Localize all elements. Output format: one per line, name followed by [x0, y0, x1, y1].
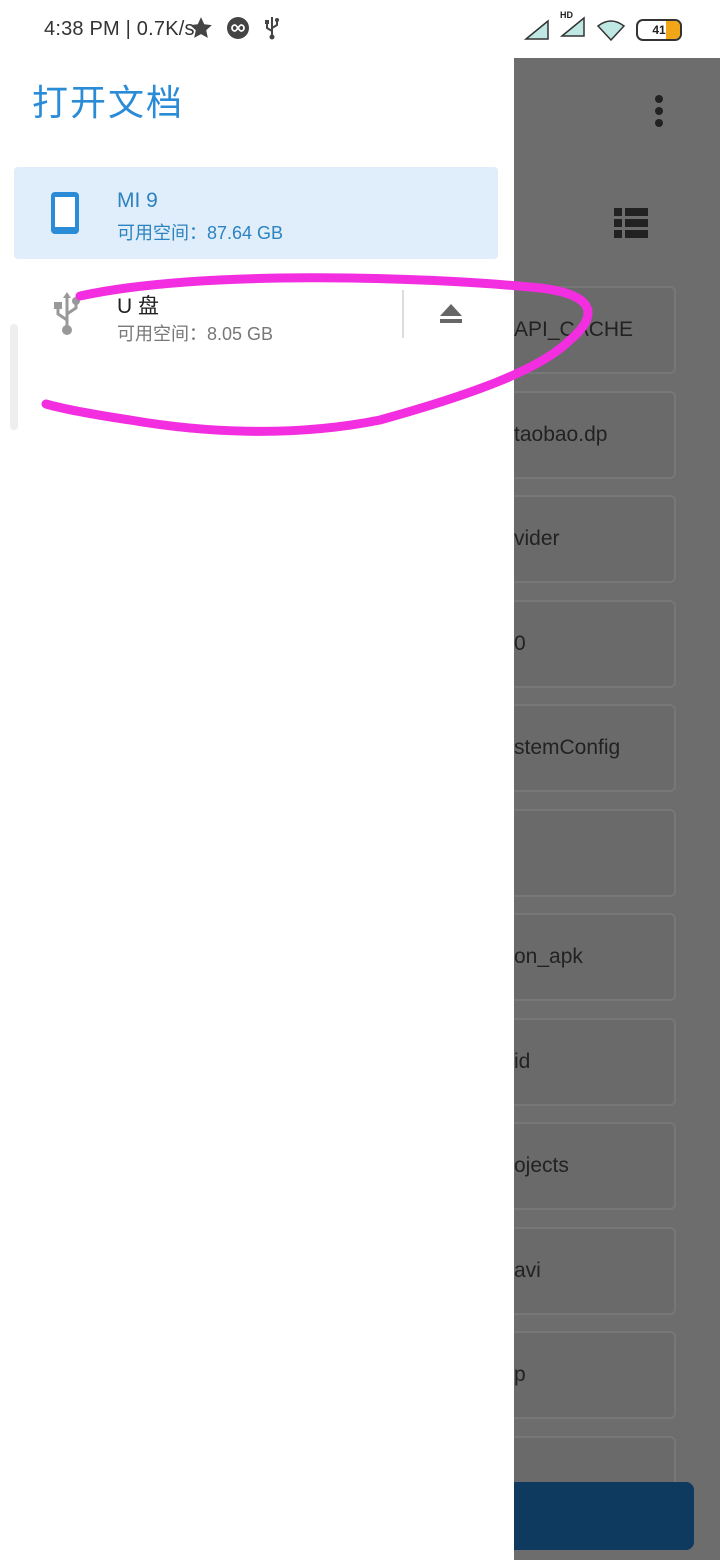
list-item-label: ojects	[514, 1154, 569, 1177]
list-item-label: 0	[514, 631, 526, 655]
list-item-label: on_apk	[514, 945, 583, 968]
eject-icon[interactable]	[438, 302, 464, 326]
list-item-label: stemConfig	[514, 736, 621, 759]
wifi-icon	[596, 19, 626, 41]
phone-icon	[51, 192, 79, 234]
battery-level: 41	[652, 22, 666, 37]
root-free-space: 可用空间：8.05 GB	[117, 324, 274, 344]
roots-drawer: 打开文档 MI 9 可用空间：87.64 GB U 盘 可用空间：8.05 GB	[0, 58, 514, 1560]
more-vert-icon	[655, 95, 663, 127]
list-item-label: taobao.dp	[514, 422, 608, 446]
list-item[interactable]: p	[514, 1331, 676, 1419]
signal-icon	[524, 18, 549, 40]
list-item[interactable]: 0	[514, 599, 676, 688]
usb-icon	[265, 17, 279, 40]
root-free-space: 可用空间：87.64 GB	[117, 223, 284, 243]
usb-icon	[54, 292, 80, 335]
list-item[interactable]: avi	[514, 1226, 676, 1315]
list-item[interactable]: taobao.dp	[514, 390, 676, 479]
background-action-button[interactable]	[514, 1482, 694, 1550]
list-item-label: vider	[514, 527, 560, 550]
root-title: MI 9	[117, 189, 158, 212]
star-icon	[190, 17, 212, 38]
list-item-label: avi	[514, 1258, 541, 1282]
hd-label: HD	[560, 10, 573, 20]
root-title: U 盘	[117, 295, 159, 318]
status-bar: 4:38 PM | 0.7K/s HD 41	[0, 0, 720, 58]
background-file-list: API_CACHE taobao.dp vider 0 stemConfig o…	[514, 286, 720, 1540]
list-item[interactable]: ojects	[514, 1122, 676, 1210]
root-item-usb-drive[interactable]: U 盘 可用空间：8.05 GB	[14, 268, 498, 360]
list-item-label: p	[514, 1363, 526, 1386]
list-item[interactable]	[514, 808, 676, 897]
status-time: 4:38 PM | 0.7K/s	[44, 18, 195, 40]
list-item[interactable]: stemConfig	[514, 704, 676, 792]
list-item[interactable]: API_CACHE	[514, 286, 676, 374]
list-item[interactable]: id	[514, 1017, 676, 1106]
list-item-label: id	[514, 1049, 531, 1073]
list-item-label: API_CACHE	[514, 318, 634, 341]
drawer-title: 打开文档	[32, 82, 185, 123]
infinity-icon	[227, 17, 249, 39]
battery-icon: 41	[636, 18, 682, 41]
divider	[402, 290, 404, 338]
background-app[interactable]: API_CACHE taobao.dp vider 0 stemConfig o…	[514, 50, 720, 1560]
list-item[interactable]: vider	[514, 495, 676, 583]
signal-hd-icon: HD	[559, 10, 586, 43]
list-item[interactable]: on_apk	[514, 913, 676, 1001]
list-view-icon	[614, 208, 648, 238]
root-item-internal-storage[interactable]: MI 9 可用空间：87.64 GB	[14, 167, 498, 259]
